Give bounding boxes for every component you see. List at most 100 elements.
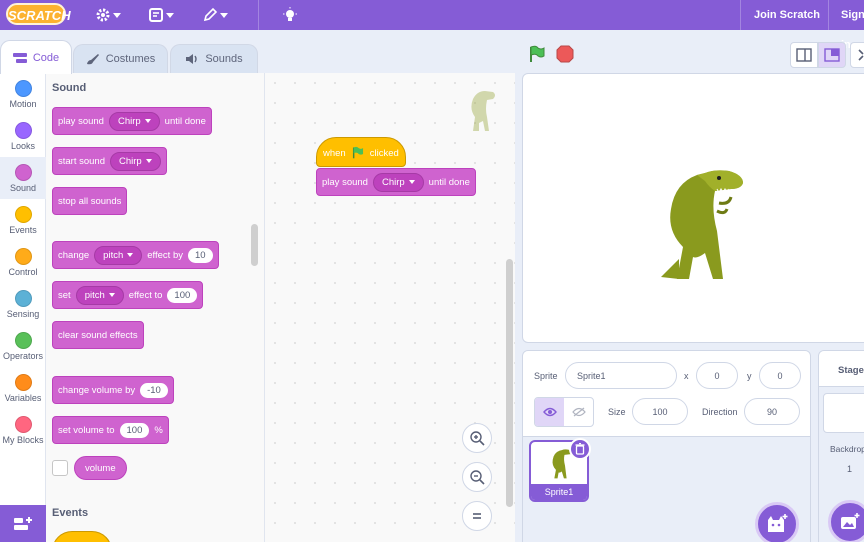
tab-label: Sounds [205, 53, 243, 65]
zoom-out-icon [470, 470, 485, 485]
category-variables[interactable]: Variables [0, 367, 46, 409]
trash-icon [575, 443, 585, 455]
tab-code[interactable]: Code [0, 40, 72, 74]
sound-dropdown[interactable]: Chirp [110, 151, 161, 171]
settings-menu[interactable] [95, 7, 121, 23]
category-looks[interactable]: Looks [0, 115, 46, 157]
operators-category-icon [14, 332, 32, 349]
category-sound[interactable]: Sound [0, 157, 46, 199]
x-input[interactable]: 0 [696, 362, 738, 389]
stage-canvas[interactable] [522, 73, 864, 343]
show-sprite-button[interactable] [535, 398, 564, 426]
sound-dropdown[interactable]: Chirp [372, 172, 424, 192]
effect-dropdown[interactable]: pitch [75, 285, 124, 305]
add-backdrop-button[interactable] [828, 500, 864, 542]
sprite-thumbnail-name: Sprite1 [531, 484, 587, 500]
motion-category-icon [14, 80, 32, 97]
block-set-volume[interactable]: set volume to 100 % [52, 416, 169, 444]
block-text: % [154, 424, 163, 436]
block-text: change [58, 249, 90, 261]
category-motion[interactable]: Motion [0, 73, 46, 115]
menu-divider [740, 0, 741, 30]
stop-icon[interactable] [556, 45, 574, 63]
block-events-hat-partial[interactable] [52, 531, 112, 542]
category-label: Motion [9, 99, 37, 109]
chevron-down-icon [113, 12, 121, 18]
cat-plus-icon [768, 514, 788, 532]
y-label: y [747, 371, 752, 381]
tutorials-button[interactable] [282, 7, 298, 23]
add-extension-button[interactable] [0, 505, 46, 542]
edit-icon [203, 7, 218, 22]
tab-costumes[interactable]: Costumes [73, 44, 168, 73]
script-area[interactable]: when clicked play sound Chirp until done [265, 73, 515, 542]
add-sprite-button[interactable] [755, 502, 799, 542]
block-change-effect[interactable]: change pitch effect by 10 [52, 241, 219, 269]
zoom-reset-button[interactable] [462, 501, 492, 531]
number-input[interactable]: 100 [167, 287, 198, 303]
sign-in-link[interactable]: Sign in [841, 0, 864, 51]
block-start-sound[interactable]: start sound Chirp [52, 147, 167, 175]
backdrops-count: 1 [847, 464, 853, 474]
block-clear-sound-effects[interactable]: clear sound effects [52, 321, 144, 349]
block-text: set [58, 289, 71, 301]
backdrop-thumbnail[interactable] [823, 393, 864, 433]
tab-sounds[interactable]: Sounds [170, 44, 258, 73]
block-text: until done [428, 176, 470, 188]
hide-sprite-button[interactable] [564, 398, 593, 426]
zoom-out-button[interactable] [462, 462, 492, 492]
scratch-logo[interactable]: SCRATCH [6, 3, 71, 25]
number-input[interactable]: 10 [188, 247, 213, 263]
block-text: until done [164, 115, 206, 127]
fullscreen-button[interactable] [850, 42, 864, 68]
block-set-effect[interactable]: set pitch effect to 100 [52, 281, 204, 309]
number-input[interactable]: 100 [119, 422, 150, 438]
category-label: Events [9, 225, 37, 235]
chevron-down-icon [166, 12, 174, 18]
file-menu[interactable] [148, 7, 174, 23]
green-flag-icon[interactable] [528, 45, 546, 63]
variables-category-icon [14, 374, 32, 391]
script-area-scrollbar[interactable] [506, 259, 513, 507]
reporter-volume[interactable]: volume [74, 456, 127, 480]
category-label: Variables [4, 393, 42, 403]
show-toggle [534, 397, 594, 427]
block-text: play sound [322, 176, 368, 188]
y-input[interactable]: 0 [759, 362, 801, 389]
join-scratch-link[interactable]: Join Scratch [754, 0, 820, 30]
sprite-name-input[interactable]: Sprite1 [565, 362, 677, 389]
block-when-flag-clicked[interactable]: when clicked [316, 137, 406, 167]
palette-scrollbar[interactable] [251, 224, 258, 266]
code-icon [12, 52, 27, 63]
palette-heading-events: Events [52, 507, 89, 519]
sound-dropdown[interactable]: Chirp [108, 111, 160, 131]
block-play-sound-until-done[interactable]: play sound Chirp until done [316, 168, 476, 196]
size-input[interactable]: 100 [632, 398, 688, 425]
block-change-volume[interactable]: change volume by -10 [52, 376, 174, 404]
add-extension-icon [14, 516, 32, 530]
block-stop-all-sounds[interactable]: stop all sounds [52, 187, 128, 215]
category-sensing[interactable]: Sensing [0, 283, 46, 325]
block-text: set volume to [58, 424, 115, 436]
category-events[interactable]: Events [0, 199, 46, 241]
edit-menu[interactable] [202, 7, 228, 23]
category-my-blocks[interactable]: My Blocks [0, 409, 46, 451]
sensing-category-icon [14, 290, 32, 307]
lightbulb-icon [283, 7, 297, 21]
delete-sprite-button[interactable] [569, 438, 591, 460]
small-stage-button[interactable] [790, 42, 818, 68]
direction-input[interactable]: 90 [744, 398, 800, 425]
category-control[interactable]: Control [0, 241, 46, 283]
block-text: start sound [58, 155, 105, 167]
dinosaur-sprite[interactable] [657, 169, 747, 281]
effect-dropdown[interactable]: pitch [94, 245, 143, 265]
number-input[interactable]: -10 [140, 382, 168, 398]
chevron-down-icon [145, 159, 152, 163]
block-play-sound-until-done[interactable]: play sound Chirp until done [52, 107, 212, 135]
normal-stage-button[interactable] [818, 42, 846, 68]
block-text: when [323, 148, 346, 159]
zoom-in-button[interactable] [462, 423, 492, 453]
dropdown-value: pitch [103, 249, 124, 261]
category-operators[interactable]: Operators [0, 325, 46, 367]
volume-monitor-checkbox[interactable] [52, 460, 68, 476]
